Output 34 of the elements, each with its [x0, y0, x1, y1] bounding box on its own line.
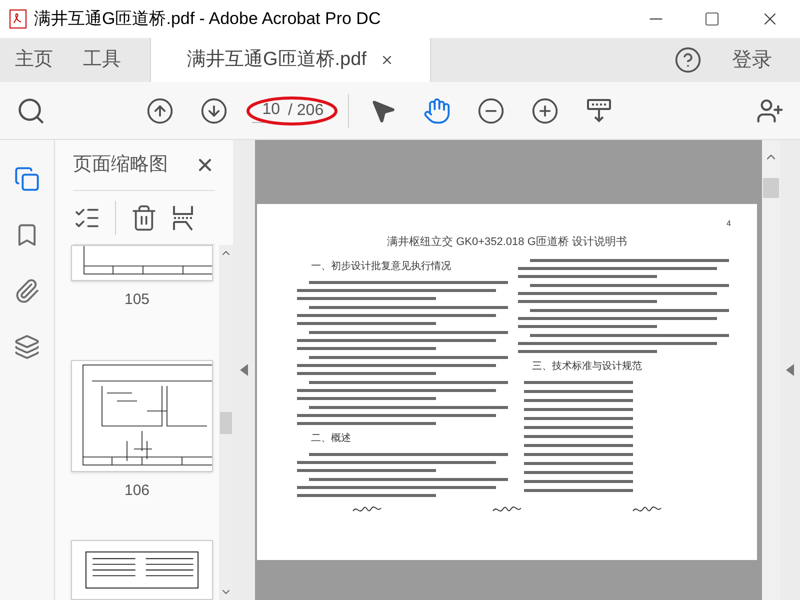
page-extract-icon[interactable]: [172, 204, 194, 232]
page-number-label: 106: [124, 480, 150, 500]
help-icon[interactable]: [674, 46, 702, 74]
hand-icon[interactable]: [423, 96, 451, 124]
scrollbar-thumb[interactable]: [763, 178, 779, 198]
page-number-field[interactable]: 10: [252, 98, 280, 122]
page-number: 4: [726, 220, 731, 228]
keyboard-arrow-icon[interactable]: [585, 96, 613, 124]
pdf-icon: [8, 9, 28, 29]
scrollbar-thumb[interactable]: [220, 412, 232, 434]
section-heading: 一、初步设计批复意见执行情况: [310, 260, 452, 272]
section-heading: 二、概述: [310, 432, 352, 444]
document-title: 满井枢纽立交 GK0+352.018 G匝道桥 设计说明书: [387, 234, 627, 250]
maximize-icon[interactable]: [704, 11, 720, 27]
section-heading: 三、技术标准与设计规范: [531, 360, 643, 372]
page-number-label: 105: [124, 290, 150, 310]
paperclip-icon[interactable]: [14, 278, 40, 304]
collapse-right-icon[interactable]: [786, 364, 794, 376]
trash-icon[interactable]: [130, 204, 158, 232]
page-total: / 206: [288, 100, 324, 120]
add-user-icon[interactable]: [756, 96, 784, 124]
zoom-out-icon[interactable]: [477, 96, 505, 124]
window-title: 满井互通G匝道桥.pdf - Adobe Acrobat Pro DC: [34, 8, 381, 30]
tab[interactable]: 满井互通G匝道桥.pdf: [150, 38, 432, 82]
thumbnail-drawing[interactable]: [72, 360, 212, 470]
sign-in-button[interactable]: 登录: [732, 38, 772, 82]
zoom-in-icon[interactable]: [531, 96, 559, 124]
arrow-up-icon[interactable]: [146, 96, 174, 124]
pages-icon[interactable]: [14, 166, 40, 192]
search-icon[interactable]: [16, 96, 46, 126]
panel-title: 页面缩略图: [73, 152, 168, 177]
arrow-down-icon[interactable]: [200, 96, 228, 124]
layers-icon[interactable]: [14, 334, 40, 360]
collapse-left-icon[interactable]: [240, 364, 248, 376]
